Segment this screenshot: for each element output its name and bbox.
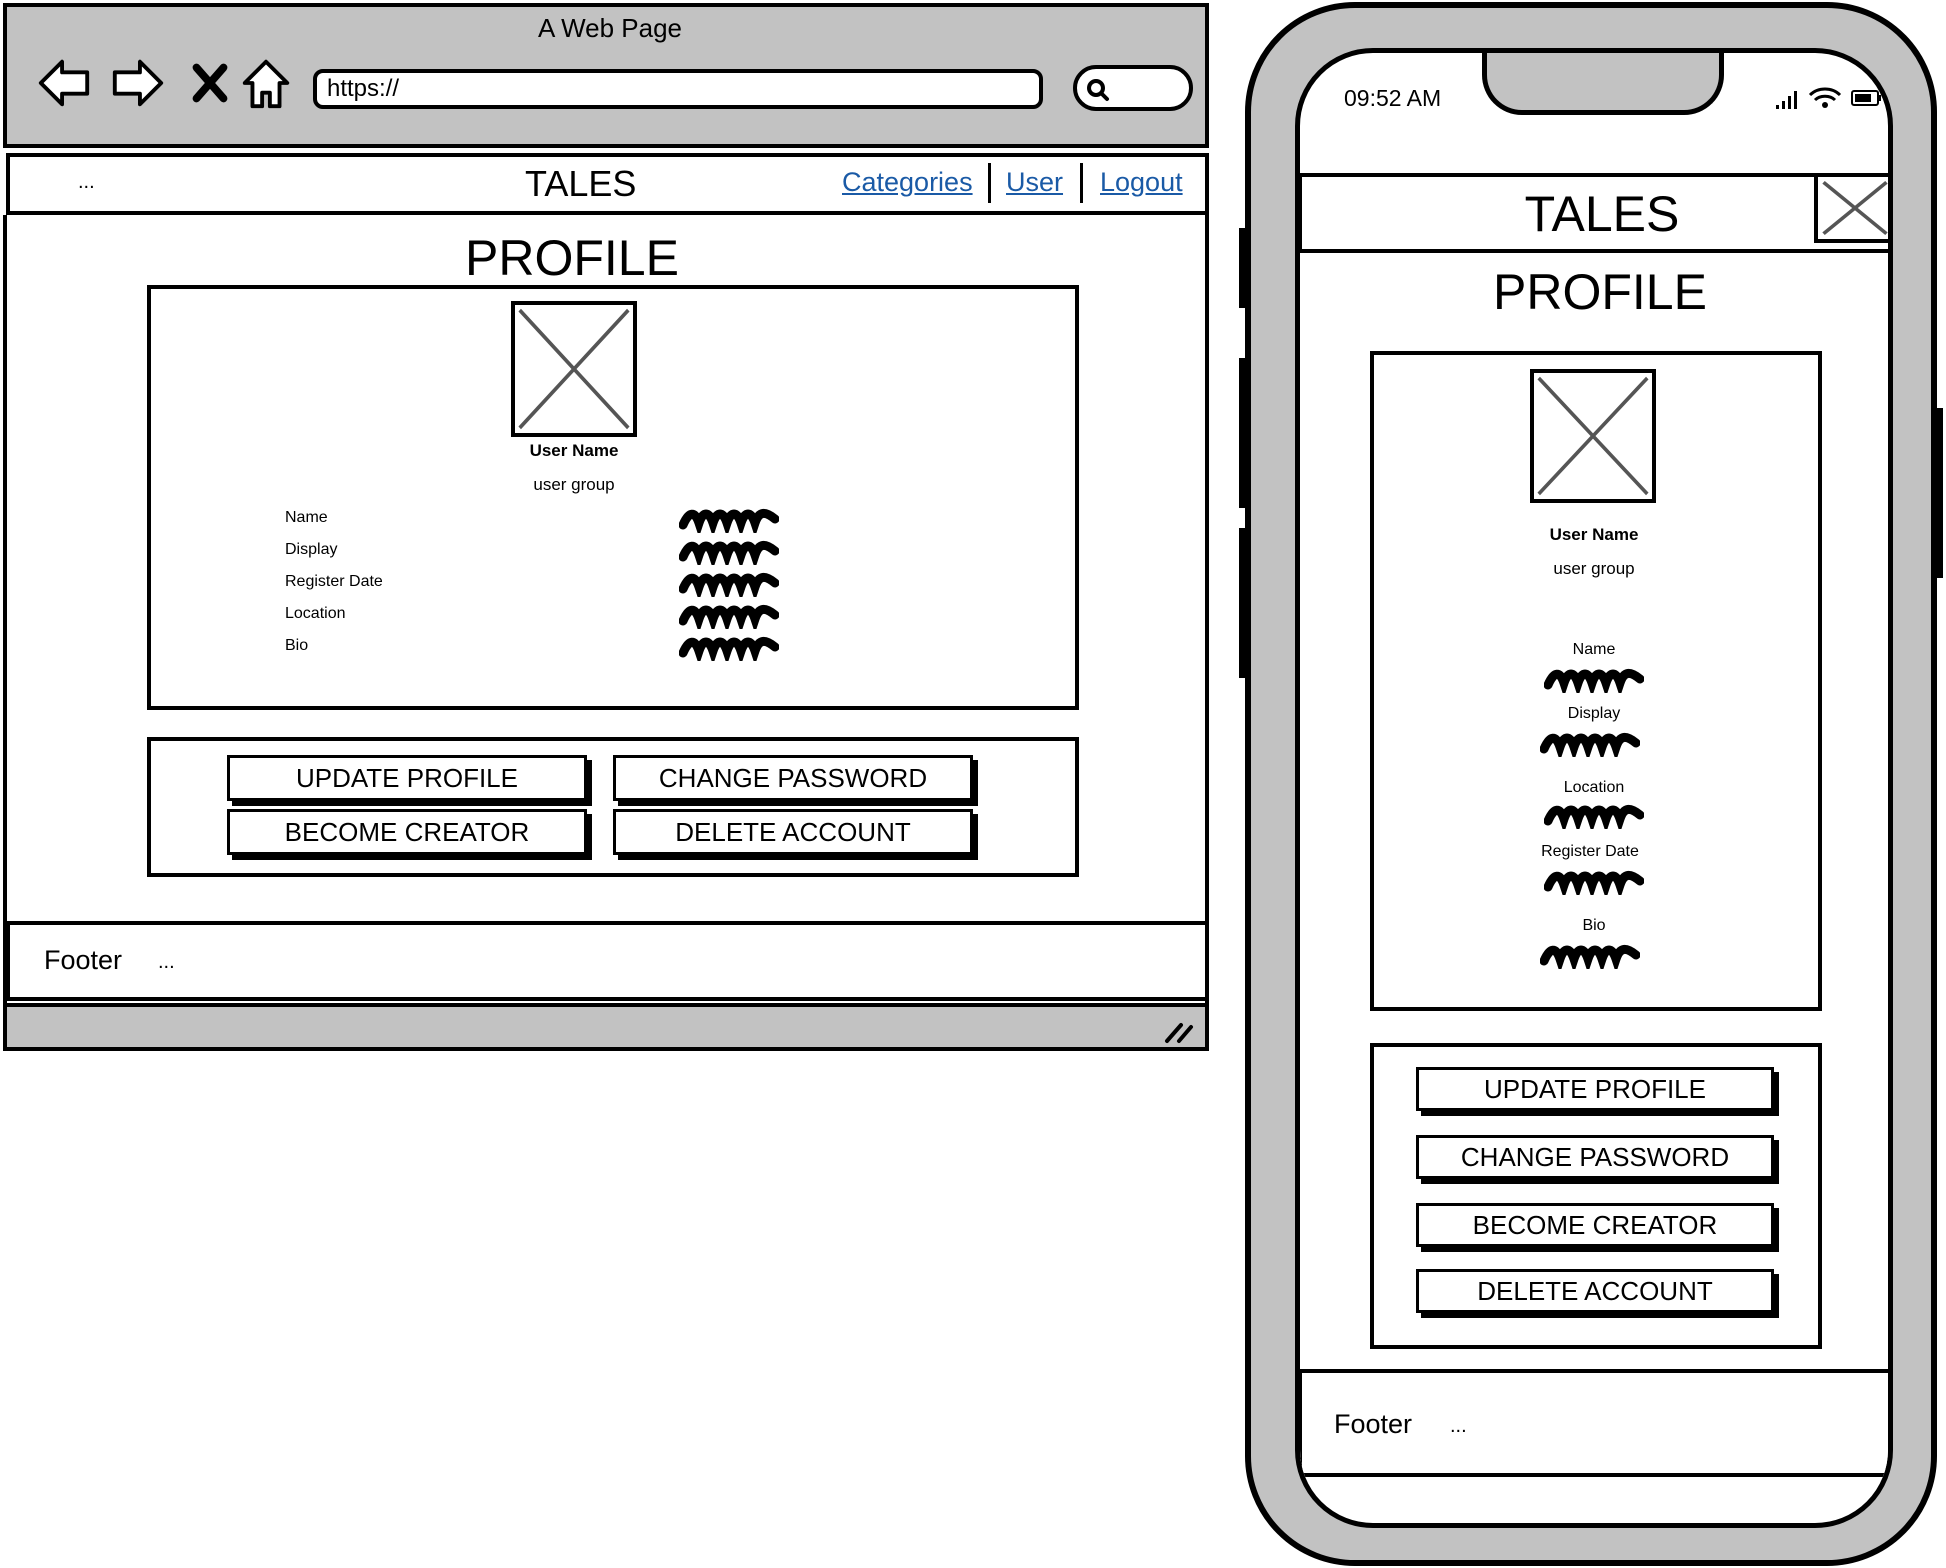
field-label-name: Name <box>285 509 328 526</box>
delete-account-button[interactable]: DELETE ACCOUNT <box>613 809 973 855</box>
phone-screen: 09:52 AM TALES PROFILE User Name user gr… <box>1295 48 1893 1528</box>
change-password-button[interactable]: CHANGE PASSWORD <box>613 755 973 801</box>
user-group: user group <box>1553 559 1635 578</box>
browser-window: A Web Page https:// ... TALES Categories… <box>3 3 1209 1051</box>
field-value-placeholder <box>1544 869 1644 895</box>
site-brand[interactable]: TALES <box>525 163 636 205</box>
field-label-location: Location <box>1563 779 1625 796</box>
field-label-name: Name <box>1572 641 1616 658</box>
field-value-placeholder <box>1544 667 1644 693</box>
nav-link-user[interactable]: User <box>1006 167 1063 198</box>
volume-button <box>1239 228 1247 308</box>
field-value-placeholder <box>1540 731 1640 757</box>
status-time: 09:52 AM <box>1344 85 1442 111</box>
field-value-placeholder <box>679 507 779 533</box>
url-input[interactable]: https:// <box>313 69 1043 109</box>
power-button <box>1935 408 1943 578</box>
field-value-placeholder <box>1544 803 1644 829</box>
image-placeholder-icon <box>518 308 630 430</box>
menu-ellipsis[interactable]: ... <box>78 171 95 194</box>
field-value-placeholder <box>679 539 779 565</box>
field-value-placeholder <box>679 603 779 629</box>
back-arrow-icon[interactable] <box>33 52 95 114</box>
field-label-bio: Bio <box>285 637 309 654</box>
footer-ellipsis: ... <box>158 951 175 973</box>
field-label-display: Display <box>285 541 338 558</box>
field-label-display: Display <box>1567 705 1621 722</box>
signal-icon <box>1776 91 1797 109</box>
nav-divider <box>1080 163 1083 203</box>
image-placeholder-icon <box>1537 376 1649 496</box>
account-actions: UPDATE PROFILE CHANGE PASSWORD BECOME CR… <box>147 737 1079 877</box>
site-header: ... TALES Categories User Logout <box>6 153 1209 215</box>
become-creator-button[interactable]: BECOME CREATOR <box>1416 1203 1774 1247</box>
field-label-register-date: Register Date <box>285 573 383 590</box>
browser-chrome: A Web Page https:// <box>3 3 1209 148</box>
wifi-icon <box>1808 87 1842 108</box>
status-icons <box>1776 87 1881 109</box>
account-actions: UPDATE PROFILE CHANGE PASSWORD BECOME CR… <box>1370 1043 1822 1349</box>
field-label-location: Location <box>285 605 346 622</box>
profile-card: User Name user group Name Display Regist… <box>147 285 1079 710</box>
browser-search-field[interactable] <box>1073 65 1193 111</box>
footer-label: Footer <box>1334 1409 1413 1439</box>
window-title: A Web Page <box>537 13 683 43</box>
page-title: PROFILE <box>465 230 679 286</box>
page-title: PROFILE <box>1493 264 1707 320</box>
update-profile-button[interactable]: UPDATE PROFILE <box>227 755 587 801</box>
change-password-button[interactable]: CHANGE PASSWORD <box>1416 1135 1774 1179</box>
user-name: User Name <box>1549 525 1639 544</box>
user-group: user group <box>533 475 615 494</box>
menu-button[interactable] <box>1814 173 1888 243</box>
footer-label: Footer <box>44 945 123 975</box>
mobile-header: TALES <box>1300 173 1888 253</box>
phone-frame: 09:52 AM TALES PROFILE User Name user gr… <box>1239 2 1943 1566</box>
forward-arrow-icon[interactable] <box>107 52 169 114</box>
delete-account-button[interactable]: DELETE ACCOUNT <box>1416 1269 1774 1313</box>
home-icon[interactable] <box>235 52 297 114</box>
field-value-placeholder <box>679 571 779 597</box>
resize-grip-icon[interactable] <box>1163 1019 1195 1045</box>
browser-status-bar <box>3 1003 1209 1051</box>
avatar-placeholder <box>511 301 637 437</box>
site-brand[interactable]: TALES <box>1302 185 1888 243</box>
volume-button <box>1239 358 1247 508</box>
stop-icon[interactable] <box>179 52 241 114</box>
become-creator-button[interactable]: BECOME CREATOR <box>227 809 587 855</box>
close-icon <box>1822 180 1888 236</box>
search-icon <box>1087 79 1109 101</box>
nav-link-logout[interactable]: Logout <box>1100 167 1183 198</box>
field-label-bio: Bio <box>1582 917 1606 934</box>
phone-notch <box>1482 53 1724 115</box>
nav-divider <box>988 163 991 203</box>
site-footer: Footer ... <box>6 921 1209 1001</box>
field-label-register-date: Register Date <box>1541 843 1639 860</box>
user-name: User Name <box>529 441 619 460</box>
field-value-placeholder <box>679 635 779 661</box>
avatar-placeholder <box>1530 369 1656 503</box>
footer-ellipsis: ... <box>1450 1415 1467 1437</box>
field-value-placeholder <box>1540 943 1640 969</box>
page-content: PROFILE User Name user group Name Displa… <box>3 215 1209 1005</box>
update-profile-button[interactable]: UPDATE PROFILE <box>1416 1067 1774 1111</box>
volume-button <box>1239 528 1247 678</box>
profile-card: User Name user group Name Display Locati… <box>1370 351 1822 1011</box>
site-footer: Footer ... <box>1300 1369 1888 1477</box>
battery-icon <box>1851 90 1881 106</box>
nav-link-categories[interactable]: Categories <box>842 167 973 198</box>
